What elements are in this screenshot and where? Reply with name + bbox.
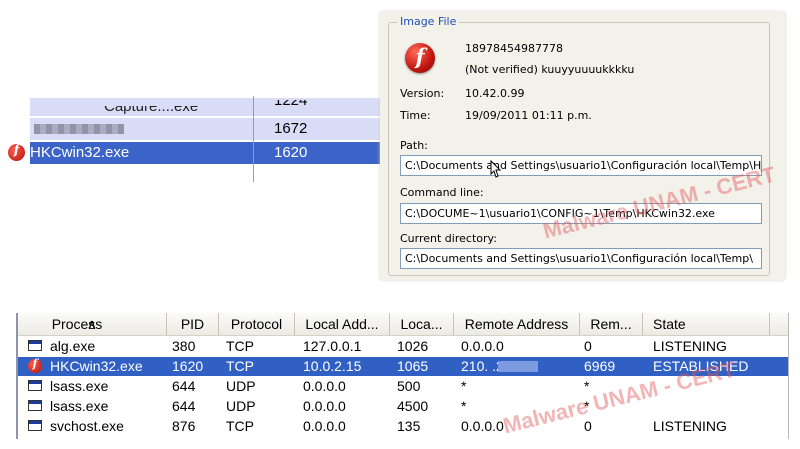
flash-icon: f (28, 357, 42, 373)
time-value: 19/09/2011 01:11 p.m. (465, 109, 592, 122)
column-header-state[interactable]: State (643, 313, 770, 335)
process-name: Capture....exe (104, 98, 199, 115)
sort-ascending-icon: ∧ (86, 316, 98, 332)
image-file-group: Image File f 18978454987778 (Not verifie… (388, 15, 770, 276)
column-header-local-address[interactable]: Local Add... (295, 313, 390, 335)
command-line-field[interactable]: C:\DOCUME~1\usuario1\CONFIG~1\Temp\HKCwi… (400, 203, 762, 224)
process-pid: 1224 (274, 92, 308, 109)
process-name: HKCwin32.exe (30, 144, 130, 161)
redacted-process-name (34, 124, 124, 134)
command-line-label: Command line: (400, 186, 484, 199)
process-pid: 1620 (274, 144, 308, 161)
connections-table: Process ∧ PID Protocol Local Add... Loca… (16, 313, 789, 439)
process-row[interactable]: Capture....exe 1224 (30, 98, 380, 116)
table-header: Process ∧ PID Protocol Local Add... Loca… (18, 313, 788, 336)
table-row[interactable]: svchost.exe 876 TCP 0.0.0.0 135 0.0.0.0 … (18, 417, 788, 436)
column-header-local-port[interactable]: Loca... (390, 313, 454, 335)
current-directory-label: Current directory: (400, 232, 497, 245)
process-row[interactable]: 1672 (30, 118, 380, 140)
window-icon (28, 340, 42, 351)
path-label: Path: (400, 139, 428, 152)
version-value: 10.42.0.99 (465, 87, 525, 100)
verification-status: (Not verified) kuuyyuuuukkkku (465, 63, 635, 76)
table-row-selected[interactable]: f HKCwin32.exe 1620 TCP 10.0.2.15 1065 2… (18, 357, 788, 376)
path-value: C:\Documents and Settings\usuario1\Confi… (405, 159, 762, 172)
window-icon (28, 420, 42, 431)
version-label: Version: (400, 87, 445, 100)
column-header-remote-address[interactable]: Remote Address (454, 313, 580, 335)
current-directory-field[interactable]: C:\Documents and Settings\usuario1\Confi… (400, 248, 762, 269)
table-row[interactable]: lsass.exe 644 UDP 0.0.0.0 4500 * * (18, 397, 788, 416)
column-header-protocol[interactable]: Protocol (219, 313, 295, 335)
window-icon (28, 400, 42, 411)
process-row-selected[interactable]: HKCwin32.exe 1620 (30, 142, 380, 164)
group-title: Image File (397, 15, 460, 28)
redacted-ip (498, 361, 538, 372)
table-row[interactable]: alg.exe 380 TCP 127.0.0.1 1026 0.0.0.0 0… (18, 337, 788, 356)
current-directory-value: C:\Documents and Settings\usuario1\Confi… (405, 252, 753, 265)
time-label: Time: (400, 109, 431, 122)
window-icon (28, 380, 42, 391)
path-field[interactable]: C:\Documents and Settings\usuario1\Confi… (400, 155, 762, 176)
column-header-remote-port[interactable]: Rem... (580, 313, 643, 335)
column-header-process[interactable]: Process ∧ (18, 313, 167, 335)
text-cursor-icon (490, 160, 502, 178)
flash-icon: f (8, 143, 25, 161)
process-list: Capture....exe 1224 1672 HKCwin32.exe 16… (0, 96, 380, 186)
column-divider (253, 96, 254, 182)
file-id: 18978454987778 (465, 42, 563, 55)
command-line-value: C:\DOCUME~1\usuario1\CONFIG~1\Temp\HKCwi… (405, 207, 715, 220)
flash-icon: f (405, 43, 435, 73)
column-header-pid[interactable]: PID (167, 313, 219, 335)
image-file-panel: Image File f 18978454987778 (Not verifie… (380, 12, 785, 280)
process-pid: 1672 (274, 120, 308, 137)
table-row[interactable]: lsass.exe 644 UDP 0.0.0.0 500 * * (18, 377, 788, 396)
